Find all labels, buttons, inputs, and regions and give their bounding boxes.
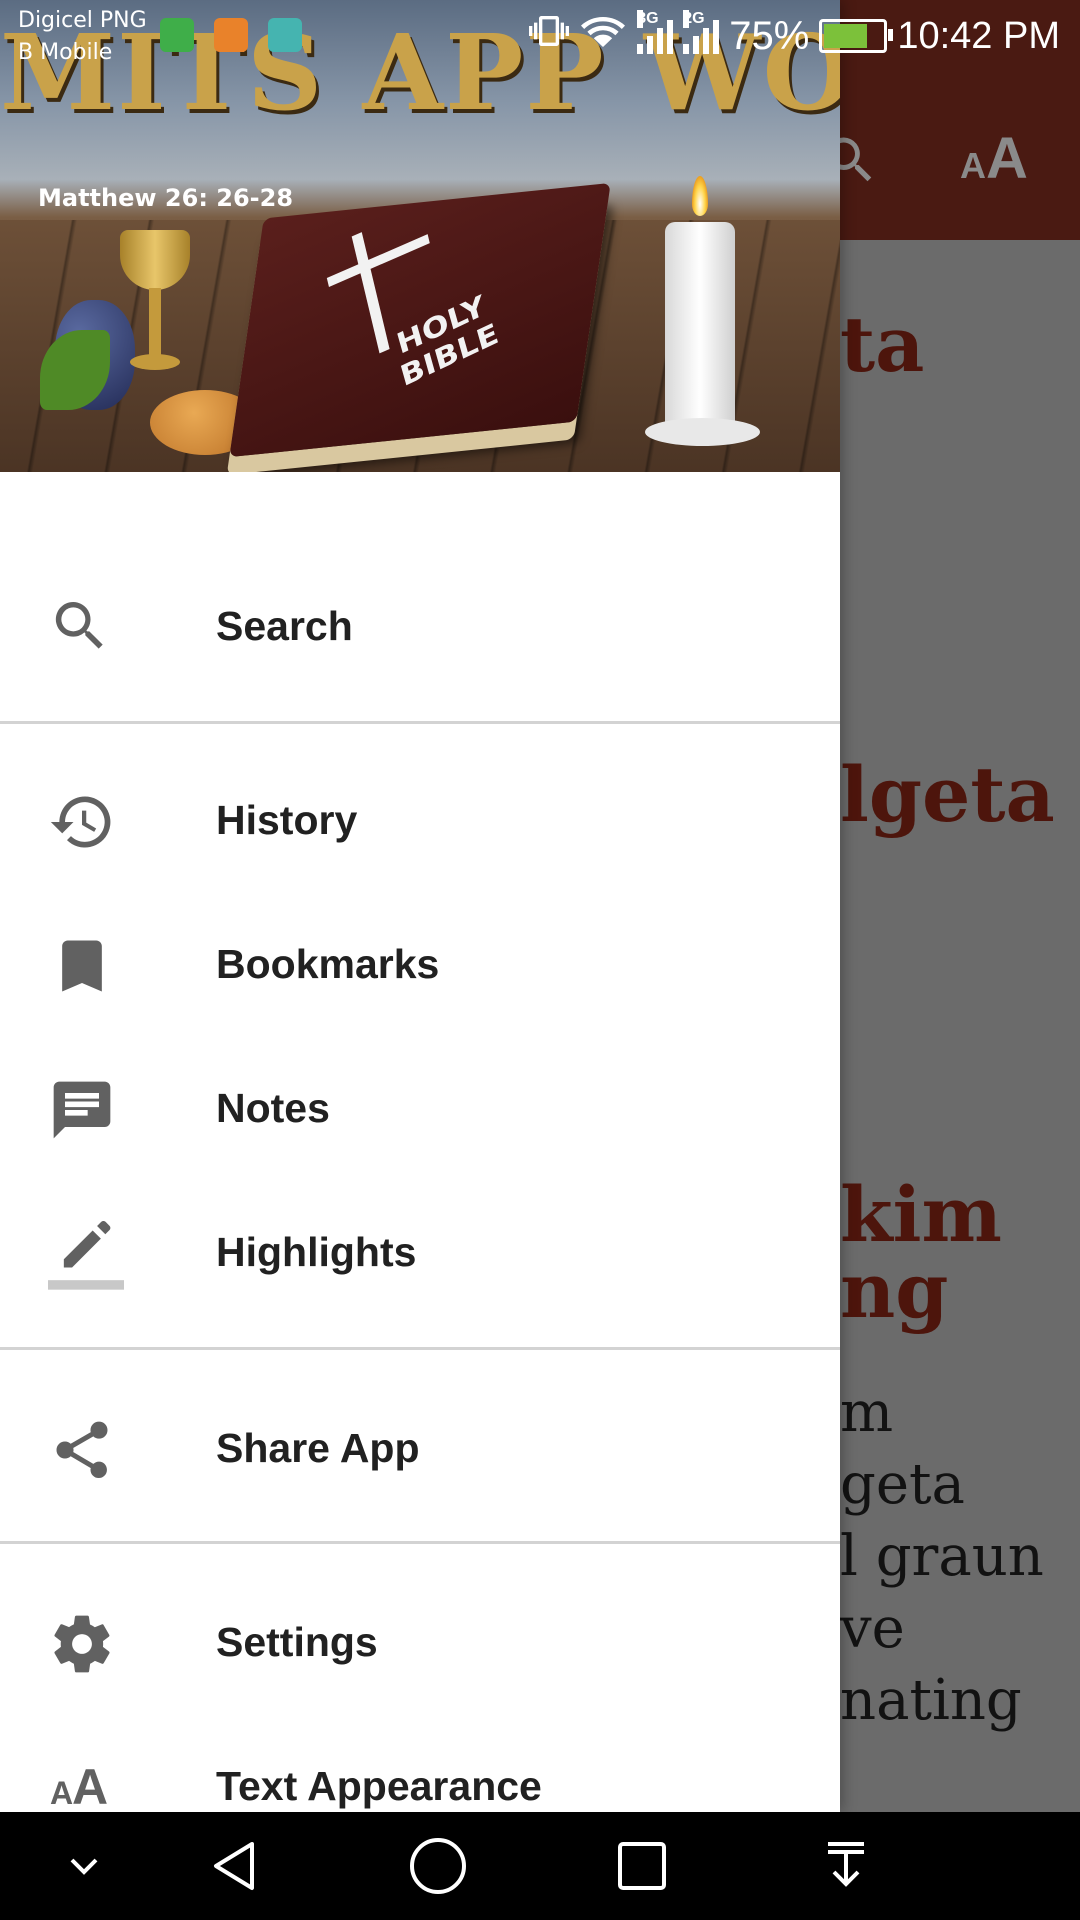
menu-item-search[interactable]: Search: [0, 554, 840, 698]
menu-item-bookmarks[interactable]: Bookmarks: [0, 892, 840, 1036]
health-app-notification-icon: [214, 18, 248, 52]
menu-divider: [0, 721, 840, 724]
system-navigation-bar: [0, 1812, 1080, 1920]
menu-label: Share App: [216, 1425, 420, 1471]
background-body-text: geta: [840, 1452, 965, 1517]
back-button[interactable]: [174, 1812, 294, 1920]
menu-label: History: [216, 797, 358, 843]
recents-square-icon: [618, 1842, 666, 1890]
clock: 10:42 PM: [897, 14, 1060, 57]
candle-illustration: [665, 222, 735, 432]
chevron-down-icon: [70, 1858, 98, 1875]
background-heading: ta: [840, 300, 925, 389]
bible-title: HOLY BIBLE: [393, 289, 503, 394]
menu-item-history[interactable]: History: [0, 748, 840, 892]
candle-flame-illustration: [692, 176, 708, 216]
background-body-text: nating: [840, 1668, 1022, 1733]
chalice-illustration: [120, 230, 190, 380]
background-body-text: ve: [840, 1596, 905, 1661]
holy-bible-illustration: HOLY BIBLE: [229, 182, 611, 458]
battery-icon: [819, 19, 894, 53]
svg-text:A: A: [986, 128, 1028, 184]
bird-app-notification-icon: [160, 18, 194, 52]
home-circle-icon: [410, 1838, 466, 1894]
recents-button[interactable]: [582, 1812, 702, 1920]
cell-signal-icon: 2G: [683, 10, 720, 54]
background-heading: ng: [840, 1246, 949, 1335]
svg-text:A: A: [50, 1775, 73, 1810]
notification-pulldown-button[interactable]: [786, 1812, 906, 1920]
menu-item-highlights[interactable]: Highlights: [0, 1180, 840, 1324]
menu-label: Search: [216, 603, 353, 649]
cell-signal-icon: 3G: [637, 10, 674, 54]
menu-item-notes[interactable]: Notes: [0, 1036, 840, 1180]
android-notification-icon: [268, 18, 302, 52]
menu-divider: [0, 1541, 840, 1544]
menu-item-text-appearance[interactable]: AA Text Appearance: [0, 1714, 840, 1812]
bookmark-icon: [48, 932, 120, 996]
menu-item-share-app[interactable]: Share App: [0, 1376, 840, 1520]
share-icon: [48, 1416, 120, 1480]
battery-percent: 75%: [729, 13, 810, 58]
navigation-drawer: MITS APP WORLD Matthew 26: 26-28 HOLY BI…: [0, 0, 840, 1812]
carrier-name: B Mobile: [18, 40, 113, 65]
back-triangle-icon: [214, 1842, 254, 1890]
toolbar-text-size-icon[interactable]: AA: [960, 125, 1036, 199]
menu-label: Settings: [216, 1619, 378, 1665]
verse-reference: Matthew 26: 26-28: [38, 184, 294, 212]
pull-down-icon: [828, 1842, 864, 1887]
text-size-icon: AA: [48, 1754, 120, 1812]
highlight-pen-icon: [48, 1220, 124, 1290]
cross-icon: [351, 232, 390, 354]
svg-text:A: A: [960, 145, 986, 184]
notes-icon: [48, 1076, 120, 1140]
menu-item-settings[interactable]: Settings: [0, 1570, 840, 1714]
menu-label: Highlights: [216, 1229, 417, 1275]
history-icon: [48, 788, 120, 852]
carrier-name: Digicel PNG: [18, 8, 147, 33]
gear-icon: [48, 1610, 120, 1674]
menu-label: Bookmarks: [216, 941, 440, 987]
menu-divider: [0, 1347, 840, 1350]
search-icon: [48, 594, 120, 658]
background-body-text: m: [840, 1380, 894, 1445]
vibrate-icon: [529, 11, 570, 61]
background-heading: lgeta: [840, 750, 1055, 839]
svg-text:A: A: [72, 1759, 108, 1810]
home-button[interactable]: [378, 1812, 498, 1920]
background-body-text: l graun: [840, 1524, 1044, 1589]
menu-label: Text Appearance: [216, 1763, 542, 1809]
wifi-icon: [579, 11, 627, 61]
menu-label: Notes: [216, 1085, 330, 1131]
hide-nav-bar-button[interactable]: [24, 1812, 144, 1920]
status-bar: Digicel PNG B Mobile 3G 2G 75% 10:42 PM: [0, 0, 1080, 72]
